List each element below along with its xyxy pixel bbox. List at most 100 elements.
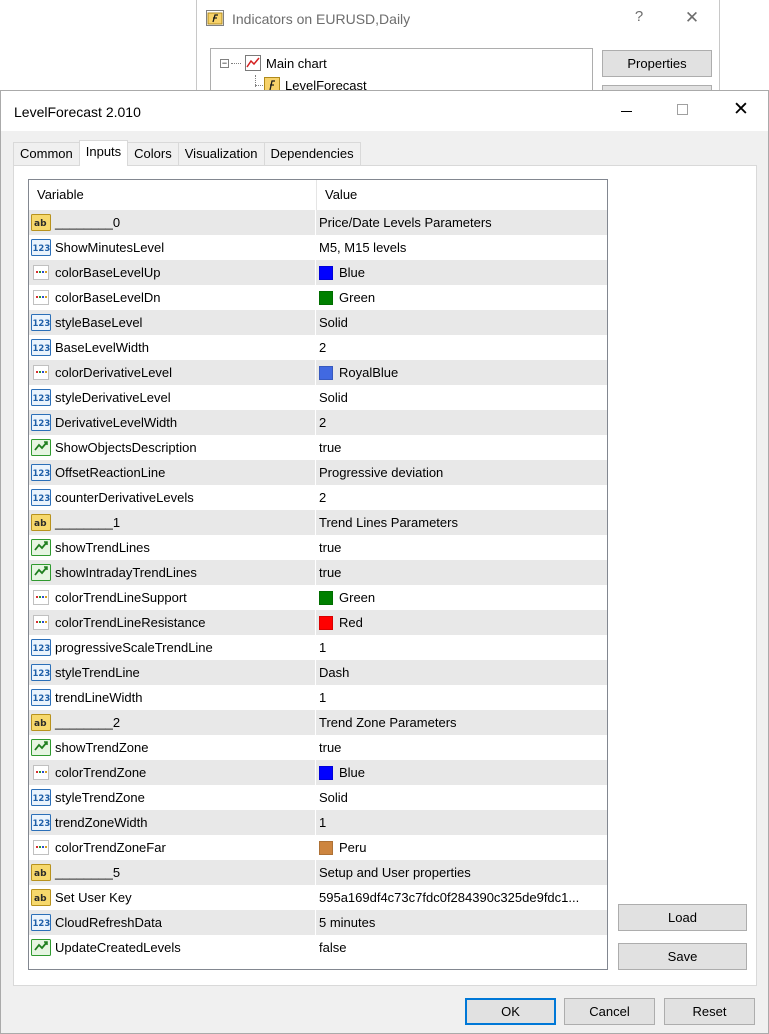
table-row[interactable]: UpdateCreatedLevels false — [29, 935, 607, 960]
cancel-button[interactable]: Cancel — [564, 998, 655, 1025]
svg-text:ab: ab — [34, 519, 47, 529]
value-cell[interactable]: true — [316, 435, 607, 460]
help-button[interactable]: ? — [629, 8, 649, 25]
value-cell[interactable]: Red — [316, 610, 607, 635]
background-close-button[interactable]: ✕ — [682, 8, 702, 28]
load-button[interactable]: Load — [618, 904, 747, 931]
value-cell[interactable]: 2 — [316, 335, 607, 360]
table-row[interactable]: 123 DerivativeLevelWidth 2 — [29, 410, 607, 435]
column-header-value[interactable]: Value — [316, 180, 607, 210]
value-cell[interactable]: Trend Lines Parameters — [316, 510, 607, 535]
value-cell[interactable]: Blue — [316, 760, 607, 785]
table-row[interactable]: 123 ShowMinutesLevel M5, M15 levels — [29, 235, 607, 260]
table-row[interactable]: showIntradayTrendLines true — [29, 560, 607, 585]
variable-cell: 123 OffsetReactionLine — [29, 460, 316, 485]
value-cell[interactable]: 1 — [316, 810, 607, 835]
maximize-button[interactable] — [669, 100, 699, 122]
column-header-variable[interactable]: Variable — [29, 180, 316, 210]
tree-expander[interactable]: − — [220, 58, 229, 68]
reset-button[interactable]: Reset — [664, 998, 755, 1025]
table-row[interactable]: colorBaseLevelUp Blue — [29, 260, 607, 285]
tab-colors[interactable]: Colors — [127, 142, 179, 165]
value-cell[interactable]: Green — [316, 285, 607, 310]
inputs-grid[interactable]: Variable Value ab ________0 Price/Date Lev… — [28, 179, 608, 970]
variable-name: ShowObjectsDescription — [55, 440, 197, 455]
table-row[interactable]: 123 trendZoneWidth 1 — [29, 810, 607, 835]
value-text: Red — [339, 615, 363, 630]
value-cell[interactable]: true — [316, 560, 607, 585]
variable-cell: colorBaseLevelDn — [29, 285, 316, 310]
tab-inputs[interactable]: Inputs — [78, 140, 129, 166]
value-cell[interactable]: Blue — [316, 260, 607, 285]
table-row[interactable]: colorDerivativeLevel RoyalBlue — [29, 360, 607, 385]
table-row[interactable]: ShowObjectsDescription true — [29, 435, 607, 460]
value-cell[interactable]: false — [316, 935, 607, 960]
table-row[interactable]: 123 styleTrendZone Solid — [29, 785, 607, 810]
table-row[interactable]: showTrendLines true — [29, 535, 607, 560]
table-row[interactable]: 123 CloudRefreshData 5 minutes — [29, 910, 607, 935]
table-row[interactable]: 123 trendLineWidth 1 — [29, 685, 607, 710]
integer-type-icon: 123 — [30, 488, 52, 507]
save-button[interactable]: Save — [618, 943, 747, 970]
value-cell[interactable]: Trend Zone Parameters — [316, 710, 607, 735]
svg-text:ab: ab — [34, 219, 47, 229]
value-cell[interactable]: Price/Date Levels Parameters — [316, 210, 607, 235]
table-row[interactable]: ab ________5 Setup and User properties — [29, 860, 607, 885]
value-cell[interactable]: Solid — [316, 785, 607, 810]
value-cell[interactable]: 2 — [316, 485, 607, 510]
value-cell[interactable]: Progressive deviation — [316, 460, 607, 485]
value-cell[interactable]: RoyalBlue — [316, 360, 607, 385]
dialog-titlebar: LevelForecast 2.010 ✕ — [1, 91, 768, 131]
tab-common[interactable]: Common — [13, 142, 80, 165]
value-text: Trend Lines Parameters — [319, 515, 458, 530]
table-row[interactable]: colorTrendLineSupport Green — [29, 585, 607, 610]
properties-button[interactable]: Properties — [602, 50, 712, 77]
value-cell[interactable]: true — [316, 535, 607, 560]
integer-type-icon: 123 — [30, 413, 52, 432]
value-cell[interactable]: true — [316, 735, 607, 760]
table-row[interactable]: ab ________2 Trend Zone Parameters — [29, 710, 607, 735]
color-type-icon — [30, 363, 52, 382]
table-row[interactable]: 123 BaseLevelWidth 2 — [29, 335, 607, 360]
table-row[interactable]: ab ________1 Trend Lines Parameters — [29, 510, 607, 535]
variable-name: DerivativeLevelWidth — [55, 415, 178, 430]
value-text: Solid — [319, 790, 348, 805]
tree-item-main-chart[interactable]: − Main chart — [220, 54, 327, 72]
value-text: Dash — [319, 665, 350, 680]
variable-name: counterDerivativeLevels — [55, 490, 194, 505]
table-row[interactable]: colorTrendZoneFar Peru — [29, 835, 607, 860]
value-cell[interactable]: Dash — [316, 660, 607, 685]
value-cell[interactable]: Solid — [316, 310, 607, 335]
value-cell[interactable]: 5 minutes — [316, 910, 607, 935]
value-cell[interactable]: Solid — [316, 385, 607, 410]
ok-button[interactable]: OK — [465, 998, 556, 1025]
table-row[interactable]: 123 styleDerivativeLevel Solid — [29, 385, 607, 410]
value-cell[interactable]: 2 — [316, 410, 607, 435]
value-cell[interactable]: 1 — [316, 635, 607, 660]
value-cell[interactable]: M5, M15 levels — [316, 235, 607, 260]
table-row[interactable]: 123 counterDerivativeLevels 2 — [29, 485, 607, 510]
table-row[interactable]: colorTrendLineResistance Red — [29, 610, 607, 635]
value-cell[interactable]: 1 — [316, 685, 607, 710]
table-row[interactable]: 123 progressiveScaleTrendLine 1 — [29, 635, 607, 660]
value-text: M5, M15 levels — [319, 240, 407, 255]
table-row[interactable]: colorBaseLevelDn Green — [29, 285, 607, 310]
table-row[interactable]: ab ________0 Price/Date Levels Parameters — [29, 210, 607, 235]
variable-cell: showIntradayTrendLines — [29, 560, 316, 585]
minimize-button[interactable] — [613, 100, 643, 122]
table-row[interactable]: showTrendZone true — [29, 735, 607, 760]
tab-visualization[interactable]: Visualization — [177, 142, 265, 165]
value-cell[interactable]: Setup and User properties — [316, 860, 607, 885]
table-row[interactable]: 123 styleTrendLine Dash — [29, 660, 607, 685]
value-cell[interactable]: Green — [316, 585, 607, 610]
table-row[interactable]: 123 styleBaseLevel Solid — [29, 310, 607, 335]
table-row[interactable]: ab Set User Key 595a169df4c73c7fdc0f284390… — [29, 885, 607, 910]
close-button[interactable]: ✕ — [726, 100, 756, 122]
value-text: Setup and User properties — [319, 865, 471, 880]
table-row[interactable]: 123 OffsetReactionLine Progressive deviati… — [29, 460, 607, 485]
tab-dependencies[interactable]: Dependencies — [263, 142, 361, 165]
integer-type-icon: 123 — [30, 663, 52, 682]
value-cell[interactable]: Peru — [316, 835, 607, 860]
value-cell[interactable]: 595a169df4c73c7fdc0f284390c325de9fdc1... — [316, 885, 607, 910]
table-row[interactable]: colorTrendZone Blue — [29, 760, 607, 785]
